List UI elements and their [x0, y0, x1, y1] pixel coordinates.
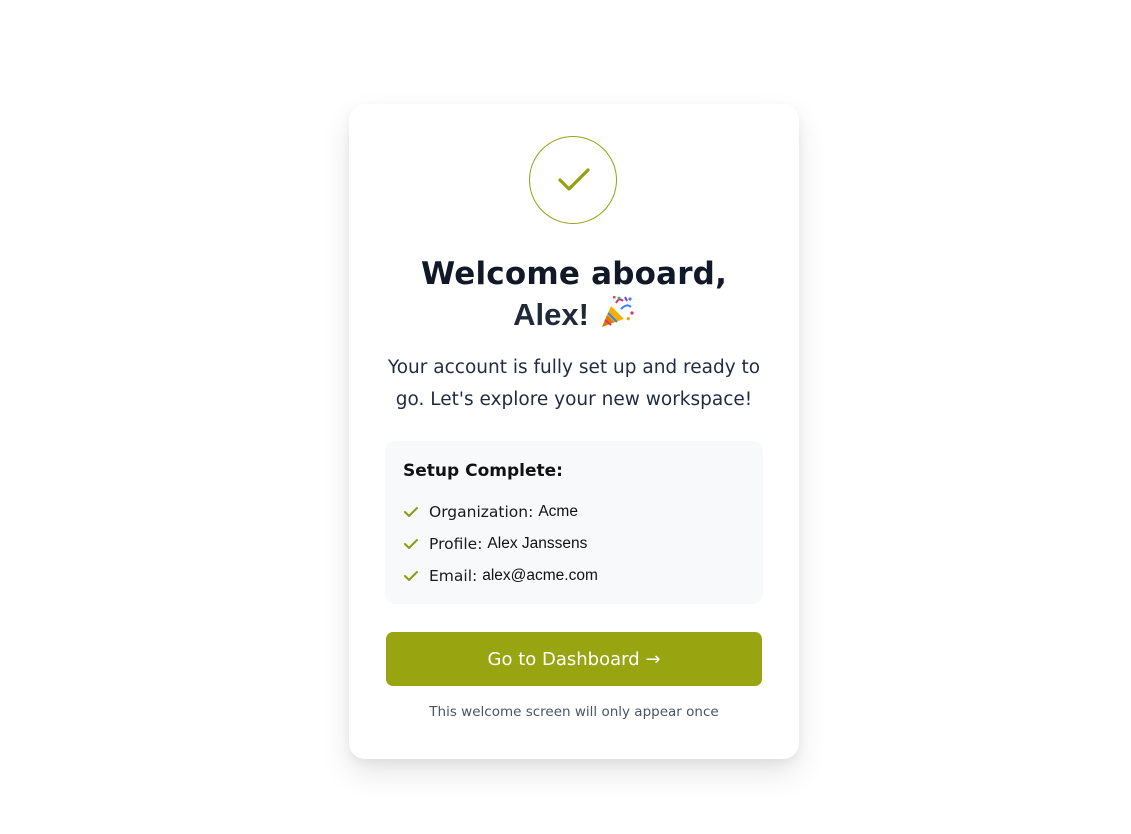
- setup-title: Setup Complete:: [403, 461, 563, 481]
- check-icon: [558, 168, 590, 191]
- setup-item-value: Acme: [538, 503, 578, 520]
- setup-item-label: Profile:: [429, 535, 483, 553]
- setup-item-label: Email:: [429, 567, 478, 585]
- title-line-2: Alex!: [349, 295, 799, 335]
- page: Welcome aboard, Alex! Your account is fu…: [0, 0, 1131, 834]
- footer-note: This welcome screen will only appear onc…: [429, 704, 719, 720]
- check-icon: [404, 539, 418, 549]
- setup-item-value: Alex Janssens: [487, 535, 588, 552]
- check-icon: [404, 507, 418, 517]
- user-name: Alex!: [513, 297, 589, 332]
- setup-item-profile: Profile: Alex Janssens: [403, 533, 587, 555]
- go-to-dashboard-button[interactable]: Go to Dashboard →: [386, 632, 762, 686]
- page-title: Welcome aboard, Alex!: [349, 253, 799, 335]
- party-popper-icon: [601, 296, 634, 327]
- setup-item-value: alex@acme.com: [482, 567, 598, 584]
- setup-item-label: Organization:: [429, 503, 534, 521]
- success-badge: [529, 136, 617, 224]
- setup-summary: Setup Complete: Organization: Acme Profi…: [385, 441, 763, 604]
- check-icon: [404, 571, 418, 581]
- setup-item-organization: Organization: Acme: [403, 501, 578, 523]
- welcome-card: Welcome aboard, Alex! Your account is fu…: [349, 104, 799, 759]
- title-line-1: Welcome aboard,: [420, 256, 728, 292]
- setup-item-email: Email: alex@acme.com: [403, 565, 598, 587]
- welcome-message: Your account is fully set up and ready t…: [387, 357, 761, 410]
